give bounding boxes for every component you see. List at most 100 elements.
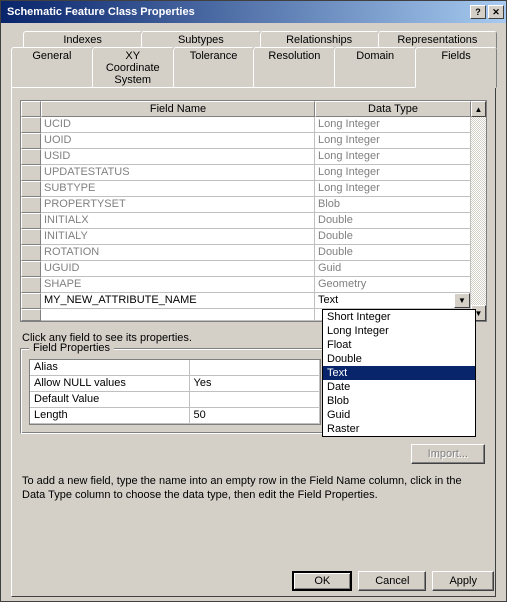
tab-fields[interactable]: Fields xyxy=(415,47,497,88)
dropdown-option-double[interactable]: Double xyxy=(323,352,475,366)
table-row[interactable]: INITIALXDouble xyxy=(21,213,471,229)
row-header[interactable] xyxy=(21,149,41,165)
cell-field-name[interactable]: USID xyxy=(41,149,315,165)
dropdown-option-float[interactable]: Float xyxy=(323,338,475,352)
row-header[interactable] xyxy=(21,261,41,277)
col-header-data-type[interactable]: Data Type xyxy=(315,101,471,117)
tab-resolution[interactable]: Resolution xyxy=(253,47,335,88)
cell-data-type[interactable]: Long Integer xyxy=(315,117,471,133)
data-type-dropdown[interactable]: Short IntegerLong IntegerFloatDoubleText… xyxy=(322,309,476,437)
property-row[interactable]: Alias xyxy=(30,360,320,376)
cell-data-type[interactable]: Double xyxy=(315,245,471,261)
cell-data-type[interactable]: Geometry xyxy=(315,277,471,293)
dropdown-option-guid[interactable]: Guid xyxy=(323,408,475,422)
cell-field-name[interactable]: ROTATION xyxy=(41,245,315,261)
dialog-footer: OK Cancel Apply xyxy=(292,571,494,591)
dropdown-arrow-icon[interactable]: ▼ xyxy=(454,293,470,308)
table-row[interactable]: SHAPEGeometry xyxy=(21,277,471,293)
row-header[interactable] xyxy=(21,309,41,321)
cell-field-name[interactable]: UPDATESTATUS xyxy=(41,165,315,181)
table-row[interactable]: USIDLong Integer xyxy=(21,149,471,165)
row-header[interactable] xyxy=(21,117,41,133)
dropdown-option-date[interactable]: Date xyxy=(323,380,475,394)
cell-field-name[interactable]: INITIALY xyxy=(41,229,315,245)
cell-data-type[interactable]: Text▼ xyxy=(315,293,471,309)
col-header-field-name[interactable]: Field Name xyxy=(41,101,315,117)
tab-xy-coordinate-system[interactable]: XY Coordinate System xyxy=(92,47,174,88)
import-button: Import... xyxy=(411,444,485,464)
property-value[interactable] xyxy=(190,392,321,408)
cell-field-name[interactable] xyxy=(41,309,315,321)
property-key: Default Value xyxy=(30,392,190,408)
cell-field-name[interactable]: PROPERTYSET xyxy=(41,197,315,213)
table-row[interactable]: PROPERTYSETBlob xyxy=(21,197,471,213)
row-header[interactable] xyxy=(21,181,41,197)
field-properties-group: Field Properties AliasAllow NULL valuesY… xyxy=(20,348,330,434)
close-button[interactable]: ✕ xyxy=(488,5,504,19)
tab-domain[interactable]: Domain xyxy=(334,47,416,88)
tab-general[interactable]: General xyxy=(11,47,93,88)
row-header[interactable] xyxy=(21,133,41,149)
property-row[interactable]: Default Value xyxy=(30,392,320,408)
property-value[interactable]: 50 xyxy=(190,408,321,424)
fields-grid[interactable]: Field Name Data Type UCIDLong IntegerUOI… xyxy=(20,100,471,322)
cancel-button[interactable]: Cancel xyxy=(358,571,426,591)
property-row[interactable]: Length50 xyxy=(30,408,320,424)
cell-data-type[interactable]: Long Integer xyxy=(315,181,471,197)
property-row[interactable]: Allow NULL valuesYes xyxy=(30,376,320,392)
ok-button[interactable]: OK xyxy=(292,571,352,591)
help-button[interactable]: ? xyxy=(470,5,486,19)
row-header[interactable] xyxy=(21,245,41,261)
table-row[interactable]: UCIDLong Integer xyxy=(21,117,471,133)
field-properties-table[interactable]: AliasAllow NULL valuesYesDefault ValueLe… xyxy=(29,359,321,425)
grid-vscrollbar[interactable]: ▲ ▼ xyxy=(471,100,487,322)
tab-tolerance[interactable]: Tolerance xyxy=(173,47,255,88)
cell-field-name[interactable]: SUBTYPE xyxy=(41,181,315,197)
row-header[interactable] xyxy=(21,197,41,213)
table-row[interactable]: UGUIDGuid xyxy=(21,261,471,277)
tab-relationships[interactable]: Relationships xyxy=(260,31,379,48)
tab-representations[interactable]: Representations xyxy=(378,31,497,48)
row-header[interactable] xyxy=(21,165,41,181)
dropdown-option-long-integer[interactable]: Long Integer xyxy=(323,324,475,338)
cell-field-name[interactable]: SHAPE xyxy=(41,277,315,293)
cell-data-type[interactable]: Long Integer xyxy=(315,165,471,181)
apply-button[interactable]: Apply xyxy=(432,571,494,591)
tab-indexes[interactable]: Indexes xyxy=(23,31,142,48)
dropdown-option-text[interactable]: Text xyxy=(323,366,475,380)
cell-data-type[interactable]: Blob xyxy=(315,197,471,213)
row-header[interactable] xyxy=(21,277,41,293)
cell-field-name[interactable]: UOID xyxy=(41,133,315,149)
cell-data-type[interactable]: Long Integer xyxy=(315,149,471,165)
cell-data-type[interactable]: Guid xyxy=(315,261,471,277)
instructions-text: To add a new field, type the name into a… xyxy=(22,474,485,502)
table-row[interactable]: ROTATIONDouble xyxy=(21,245,471,261)
window-title: Schematic Feature Class Properties xyxy=(3,6,468,18)
table-row[interactable]: UOIDLong Integer xyxy=(21,133,471,149)
row-header[interactable] xyxy=(21,229,41,245)
cell-data-type[interactable]: Long Integer xyxy=(315,133,471,149)
row-header[interactable] xyxy=(21,293,41,309)
dropdown-option-blob[interactable]: Blob xyxy=(323,394,475,408)
table-row[interactable]: SUBTYPELong Integer xyxy=(21,181,471,197)
dropdown-option-short-integer[interactable]: Short Integer xyxy=(323,310,475,324)
dropdown-option-raster[interactable]: Raster xyxy=(323,422,475,436)
tab-content-fields: Field Name Data Type UCIDLong IntegerUOI… xyxy=(11,87,496,597)
cell-field-name[interactable]: UGUID xyxy=(41,261,315,277)
cell-field-name[interactable]: MY_NEW_ATTRIBUTE_NAME xyxy=(41,293,315,309)
table-row[interactable]: MY_NEW_ATTRIBUTE_NAMEText▼ xyxy=(21,293,471,309)
cell-data-type[interactable]: Double xyxy=(315,213,471,229)
table-row[interactable]: UPDATESTATUSLong Integer xyxy=(21,165,471,181)
scroll-up-button[interactable]: ▲ xyxy=(471,101,486,117)
cell-field-name[interactable]: UCID xyxy=(41,117,315,133)
cell-data-type[interactable]: Double xyxy=(315,229,471,245)
tab-subtypes[interactable]: Subtypes xyxy=(141,31,260,48)
table-row[interactable]: INITIALYDouble xyxy=(21,229,471,245)
row-header[interactable] xyxy=(21,213,41,229)
dialog-body: IndexesSubtypesRelationshipsRepresentati… xyxy=(1,23,506,601)
property-value[interactable]: Yes xyxy=(190,376,321,392)
grid-header: Field Name Data Type xyxy=(21,101,471,117)
scroll-track[interactable] xyxy=(471,117,486,305)
property-value[interactable] xyxy=(190,360,321,376)
cell-field-name[interactable]: INITIALX xyxy=(41,213,315,229)
